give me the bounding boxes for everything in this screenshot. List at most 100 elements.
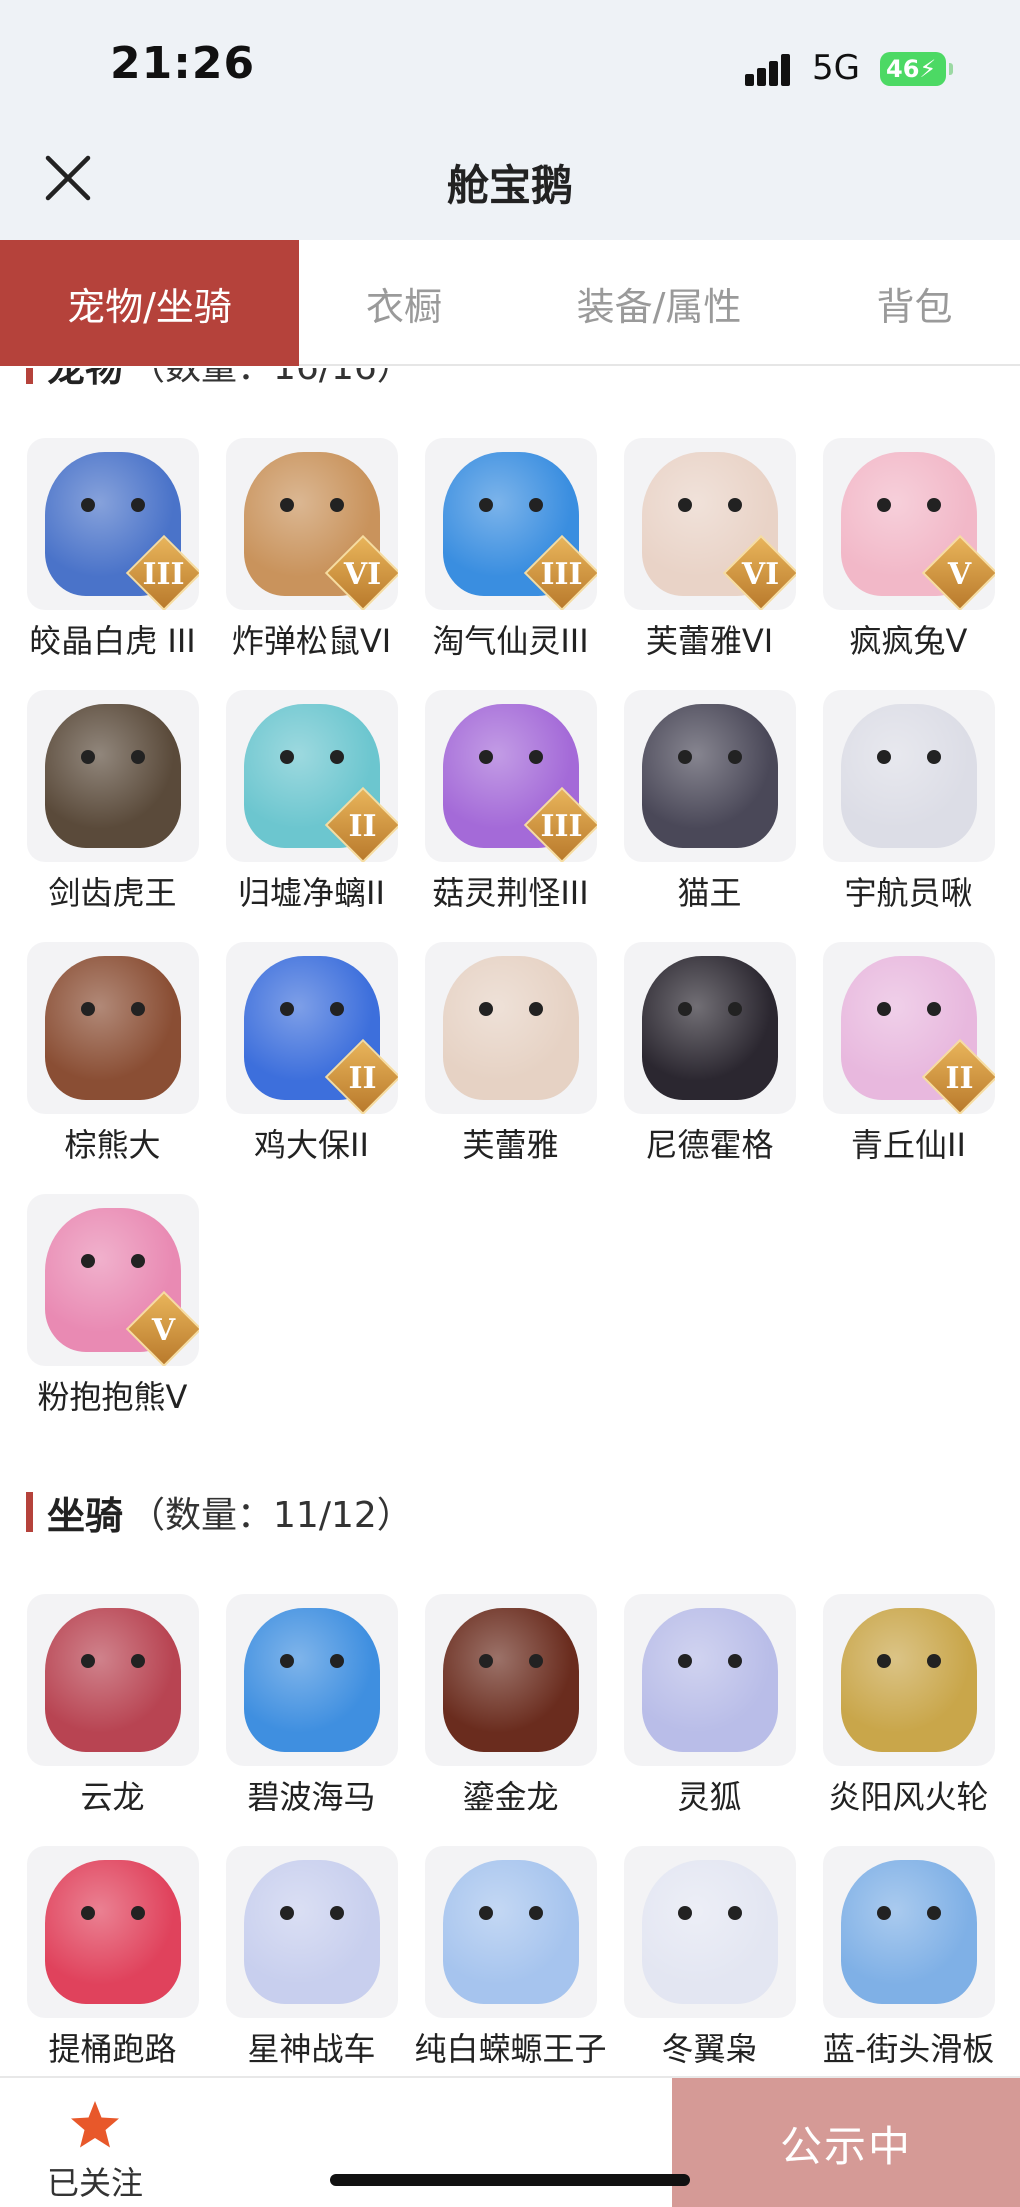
item-name: 鸡大保II <box>254 1126 369 1164</box>
app-root: 21:26 5G 46⚡ 舱宝鹅 宠物/坐骑 衣橱 装备/属性 背包 宠物 （数… <box>0 0 1020 2207</box>
item-thumbnail <box>225 1594 398 1766</box>
item-thumbnail <box>822 1594 995 1766</box>
item-name: 剑齿虎王 <box>48 874 177 912</box>
character-image <box>442 956 579 1100</box>
pet-item[interactable]: III 皎晶白虎 III <box>13 438 212 662</box>
mount-item[interactable]: 纯白蝾螈王子 <box>411 1846 610 2070</box>
item-name: 归墟净螭II <box>238 874 385 912</box>
item-name: 碧波海马 <box>247 1778 376 1816</box>
item-thumbnail: III <box>424 438 597 610</box>
item-thumbnail <box>822 690 995 862</box>
item-name: 尼德霍格 <box>645 1126 774 1164</box>
item-name: 菇灵荆怪III <box>432 874 589 912</box>
item-thumbnail <box>26 1594 199 1766</box>
item-name: 鎏金龙 <box>462 1778 559 1816</box>
pets-section-header: 宠物 （数量：16/16） <box>0 368 1020 394</box>
character-image <box>442 1860 579 2004</box>
pet-item[interactable]: III 淘气仙灵III <box>411 438 610 662</box>
rank-badge-label: II <box>945 1061 974 1096</box>
item-thumbnail: II <box>225 942 398 1114</box>
pet-item[interactable]: VI 炸弹松鼠VI <box>212 438 411 662</box>
item-name: 棕熊大 <box>64 1126 161 1164</box>
item-name: 炎阳风火轮 <box>828 1778 989 1816</box>
item-thumbnail <box>424 1846 597 2018</box>
character-image <box>641 1608 778 1752</box>
pet-item[interactable]: II 鸡大保II <box>212 942 411 1166</box>
item-name: 提桶跑路 <box>48 2030 177 2068</box>
mounts-section-title: 坐骑 <box>47 1493 124 1538</box>
mount-item[interactable]: 碧波海马 <box>212 1594 411 1818</box>
item-name: 淘气仙灵III <box>432 622 589 660</box>
pet-item[interactable]: V 疯疯兔Ⅴ <box>809 438 1008 662</box>
pets-count: （数量：16/16） <box>129 368 413 390</box>
mount-item[interactable]: 灵狐 <box>610 1594 809 1818</box>
pet-item[interactable]: III 菇灵荆怪III <box>411 690 610 914</box>
item-thumbnail: V <box>26 1194 199 1366</box>
item-thumbnail: III <box>26 438 199 610</box>
mounts-count: （数量：11/12） <box>129 1495 413 1536</box>
pet-item[interactable]: 剑齿虎王 <box>13 690 212 914</box>
section-marker <box>26 1492 33 1532</box>
rank-badge-label: II <box>348 809 377 844</box>
pets-grid: III 皎晶白虎 III VI 炸弹松鼠VI III 淘气仙灵III VI 芙蕾雅VI V 疯疯兔… <box>0 438 1020 1446</box>
battery-level: 46 <box>886 55 920 83</box>
mount-item[interactable]: 冬翼枭 <box>610 1846 809 2070</box>
character-image <box>641 956 778 1100</box>
item-thumbnail <box>623 942 796 1114</box>
item-thumbnail <box>424 942 597 1114</box>
rank-badge-label: III <box>142 557 185 592</box>
scroll-content[interactable]: 宠物 （数量：16/16） III 皎晶白虎 III VI 炸弹松鼠VI III 淘气仙灵… <box>0 368 1020 2076</box>
item-thumbnail <box>26 1846 199 2018</box>
character-image <box>442 1608 579 1752</box>
mount-item[interactable]: 炎阳风火轮 <box>809 1594 1008 1818</box>
header: 21:26 5G 46⚡ 舱宝鹅 <box>0 0 1020 240</box>
item-thumbnail <box>623 1846 796 2018</box>
item-name: 冬翼枭 <box>661 2030 758 2068</box>
star-icon <box>71 2101 119 2148</box>
pet-item[interactable]: V 粉抱抱熊Ⅴ <box>13 1194 212 1418</box>
item-thumbnail <box>225 1846 398 2018</box>
battery-icon: 46⚡ <box>880 52 953 86</box>
rank-badge-label: V <box>151 1313 176 1348</box>
character-image <box>44 1608 181 1752</box>
item-name: 皎晶白虎 III <box>29 622 196 660</box>
pet-item[interactable]: II 青丘仙II <box>809 942 1008 1166</box>
item-name: 纯白蝾螈王子 <box>414 2030 607 2068</box>
pet-item[interactable]: 宇航员啾 <box>809 690 1008 914</box>
tab-backpack[interactable]: 背包 <box>809 240 1020 366</box>
follow-button[interactable]: 已关注 <box>40 2098 150 2204</box>
item-name: 灵狐 <box>677 1778 742 1816</box>
character-image <box>243 1860 380 2004</box>
item-thumbnail <box>822 1846 995 2018</box>
item-thumbnail: VI <box>623 438 796 610</box>
network-label: 5G <box>812 48 860 88</box>
status-time: 21:26 <box>110 38 256 89</box>
pet-item[interactable]: 棕熊大 <box>13 942 212 1166</box>
item-name: 宇航员啾 <box>844 874 973 912</box>
mount-item[interactable]: 鎏金龙 <box>411 1594 610 1818</box>
item-thumbnail: III <box>424 690 597 862</box>
pets-section-title: 宠物 <box>47 368 123 392</box>
pet-item[interactable]: 尼德霍格 <box>610 942 809 1166</box>
tab-equipment[interactable]: 装备/属性 <box>509 240 809 366</box>
character-image <box>840 704 977 848</box>
mount-item[interactable]: 蓝-街头滑板 <box>809 1846 1008 2070</box>
character-image <box>243 1608 380 1752</box>
section-marker <box>26 368 33 384</box>
mount-item[interactable]: 云龙 <box>13 1594 212 1818</box>
tab-pets-mounts[interactable]: 宠物/坐骑 <box>0 240 299 366</box>
mounts-grid: 云龙 碧波海马 鎏金龙 灵狐 炎阳风火轮提桶跑路 星神战车 纯白蝾螈王子 冬翼枭 蓝-街头滑板 <box>0 1594 1020 2076</box>
mount-item[interactable]: 提桶跑路 <box>13 1846 212 2070</box>
pet-item[interactable]: VI 芙蕾雅VI <box>610 438 809 662</box>
pet-item[interactable]: 猫王 <box>610 690 809 914</box>
item-name: 猫王 <box>677 874 742 912</box>
pet-item[interactable]: 芙蕾雅 <box>411 942 610 1166</box>
mounts-section-header: 坐骑 （数量：11/12） <box>0 1482 1020 1542</box>
rank-badge-label: II <box>348 1061 377 1096</box>
pet-item[interactable]: II 归墟净螭II <box>212 690 411 914</box>
public-button[interactable]: 公示中 <box>672 2078 1020 2207</box>
tab-wardrobe[interactable]: 衣橱 <box>299 240 509 366</box>
mount-item[interactable]: 星神战车 <box>212 1846 411 2070</box>
item-name: 粉抱抱熊Ⅴ <box>37 1378 188 1416</box>
character-image <box>44 1860 181 2004</box>
